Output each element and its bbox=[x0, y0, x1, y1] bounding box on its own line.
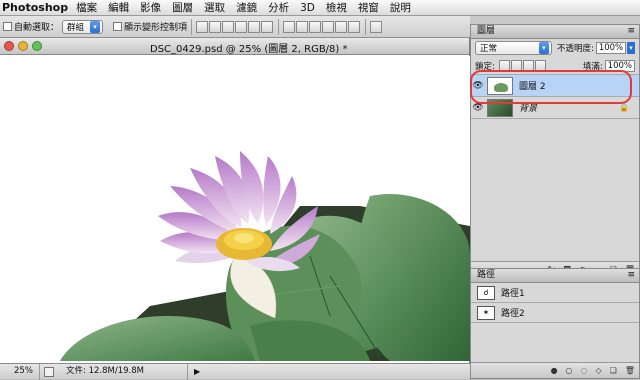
chevron-down-icon: ▾ bbox=[90, 20, 101, 33]
path-row-2[interactable]: ✶ 路徑2 bbox=[471, 303, 639, 323]
path-thumbnail: ✶ bbox=[477, 305, 495, 320]
auto-select-value: 群組 bbox=[67, 22, 85, 33]
menu-layer[interactable]: 圖層 bbox=[172, 0, 193, 15]
chevron-down-icon: ▾ bbox=[538, 42, 549, 54]
options-bar: 自動選取： 群組 ▾ 顯示變形控制項 bbox=[0, 16, 470, 38]
tab-paths[interactable]: 路徑 bbox=[477, 270, 495, 280]
menu-3d[interactable]: 3D bbox=[300, 2, 315, 14]
menu-select[interactable]: 選取 bbox=[204, 0, 225, 15]
auto-select-dropdown[interactable]: 群組 ▾ bbox=[62, 19, 104, 34]
distribute-bottom-button[interactable] bbox=[309, 20, 322, 33]
play-arrow-icon[interactable]: ▶ bbox=[194, 367, 200, 376]
divider bbox=[191, 18, 193, 35]
panel-menu-icon[interactable]: ≡ bbox=[627, 269, 635, 282]
document-window: DSC_0429.psd @ 25% (圖層 2, RGB/8) * 25% 文… bbox=[0, 38, 470, 380]
align-vcenter-button[interactable] bbox=[209, 20, 222, 33]
menu-bar: Photoshop 檔案 編輯 影像 圖層 選取 濾鏡 分析 3D 檢視 視窗 … bbox=[0, 0, 640, 16]
layers-panel-header: 圖層 ≡ bbox=[471, 25, 639, 39]
menu-view[interactable]: 檢視 bbox=[326, 0, 347, 15]
align-right-button[interactable] bbox=[261, 20, 274, 33]
paths-bottom-bar: ● ○ ◌ ◇ ❏ 🗑 bbox=[471, 362, 639, 378]
distribute-vcenter-button[interactable] bbox=[296, 20, 309, 33]
menu-image[interactable]: 影像 bbox=[140, 0, 161, 15]
show-transform-checkbox[interactable] bbox=[113, 22, 123, 31]
opacity-input[interactable]: 100% bbox=[595, 42, 627, 54]
new-path-icon[interactable]: ❏ bbox=[610, 366, 617, 375]
close-button[interactable] bbox=[4, 41, 14, 51]
panel-menu-icon[interactable]: ≡ bbox=[627, 25, 635, 38]
path-name: 路徑1 bbox=[501, 289, 525, 299]
stroke-path-icon[interactable]: ○ bbox=[566, 366, 573, 375]
make-work-path-icon[interactable]: ◇ bbox=[596, 366, 602, 375]
menu-window[interactable]: 視窗 bbox=[358, 0, 379, 15]
panels-dock: 圖層 ≡ 正常 ▾ 不透明度: 100% ▾ 鎖定: 填滿: 100% 👁 圖層… bbox=[470, 16, 640, 379]
document-titlebar: DSC_0429.psd @ 25% (圖層 2, RGB/8) * bbox=[0, 38, 469, 55]
show-transform-label: 顯示變形控制項 bbox=[124, 23, 188, 33]
divider bbox=[278, 18, 280, 35]
lotus-photo bbox=[60, 151, 470, 361]
distribute-top-button[interactable] bbox=[283, 20, 296, 33]
menu-analysis[interactable]: 分析 bbox=[268, 0, 289, 15]
auto-align-button[interactable] bbox=[370, 20, 383, 33]
align-hcenter-button[interactable] bbox=[248, 20, 261, 33]
path-name: 路徑2 bbox=[501, 309, 525, 319]
status-bar: 25% 文件: 12.8M/19.8M ▶ bbox=[0, 363, 470, 380]
blend-row: 正常 ▾ 不透明度: 100% ▾ bbox=[471, 39, 639, 57]
menu-filter[interactable]: 濾鏡 bbox=[236, 0, 257, 15]
menu-edit[interactable]: 編輯 bbox=[108, 0, 129, 15]
opacity-label: 不透明度: bbox=[556, 44, 594, 54]
align-top-button[interactable] bbox=[196, 20, 209, 33]
distribute-right-button[interactable] bbox=[348, 20, 361, 33]
opacity-arrow-icon[interactable]: ▾ bbox=[627, 42, 635, 54]
document-title: DSC_0429.psd @ 25% (圖層 2, RGB/8) * bbox=[150, 44, 348, 55]
menu-help[interactable]: 說明 bbox=[390, 0, 411, 15]
minimize-button[interactable] bbox=[18, 41, 28, 51]
fill-path-icon[interactable]: ● bbox=[551, 366, 558, 375]
document-size: 文件: 12.8M/19.8M bbox=[58, 363, 188, 380]
auto-select-label: 自動選取： bbox=[14, 23, 60, 33]
menu-file[interactable]: 檔案 bbox=[76, 0, 97, 15]
path-row-1[interactable]: ☌ 路徑1 bbox=[471, 283, 639, 303]
divider bbox=[365, 18, 367, 35]
path-thumbnail: ☌ bbox=[477, 285, 495, 300]
image-canvas[interactable] bbox=[0, 56, 470, 361]
highlight-outline bbox=[470, 70, 632, 104]
zoom-button[interactable] bbox=[32, 41, 42, 51]
auto-select-checkbox[interactable] bbox=[3, 22, 12, 31]
app-name[interactable]: Photoshop bbox=[0, 1, 68, 14]
align-left-button[interactable] bbox=[235, 20, 248, 33]
load-selection-icon[interactable]: ◌ bbox=[581, 366, 588, 375]
align-bottom-button[interactable] bbox=[222, 20, 235, 33]
preview-icon[interactable] bbox=[44, 366, 54, 377]
paths-panel: 路徑 ≡ ☌ 路徑1 ✶ 路徑2 ● ○ ◌ ◇ ❏ 🗑 bbox=[470, 268, 640, 379]
paths-panel-header: 路徑 ≡ bbox=[471, 269, 639, 283]
trash-icon[interactable]: 🗑 bbox=[625, 366, 635, 375]
blend-mode-value: 正常 bbox=[480, 44, 498, 54]
layers-panel: 圖層 ≡ 正常 ▾ 不透明度: 100% ▾ 鎖定: 填滿: 100% 👁 圖層… bbox=[470, 24, 640, 278]
blend-mode-dropdown[interactable]: 正常 ▾ bbox=[475, 41, 552, 55]
zoom-level[interactable]: 25% bbox=[0, 363, 40, 380]
distribute-hcenter-button[interactable] bbox=[335, 20, 348, 33]
distribute-left-button[interactable] bbox=[322, 20, 335, 33]
tab-layers[interactable]: 圖層 bbox=[477, 26, 495, 36]
